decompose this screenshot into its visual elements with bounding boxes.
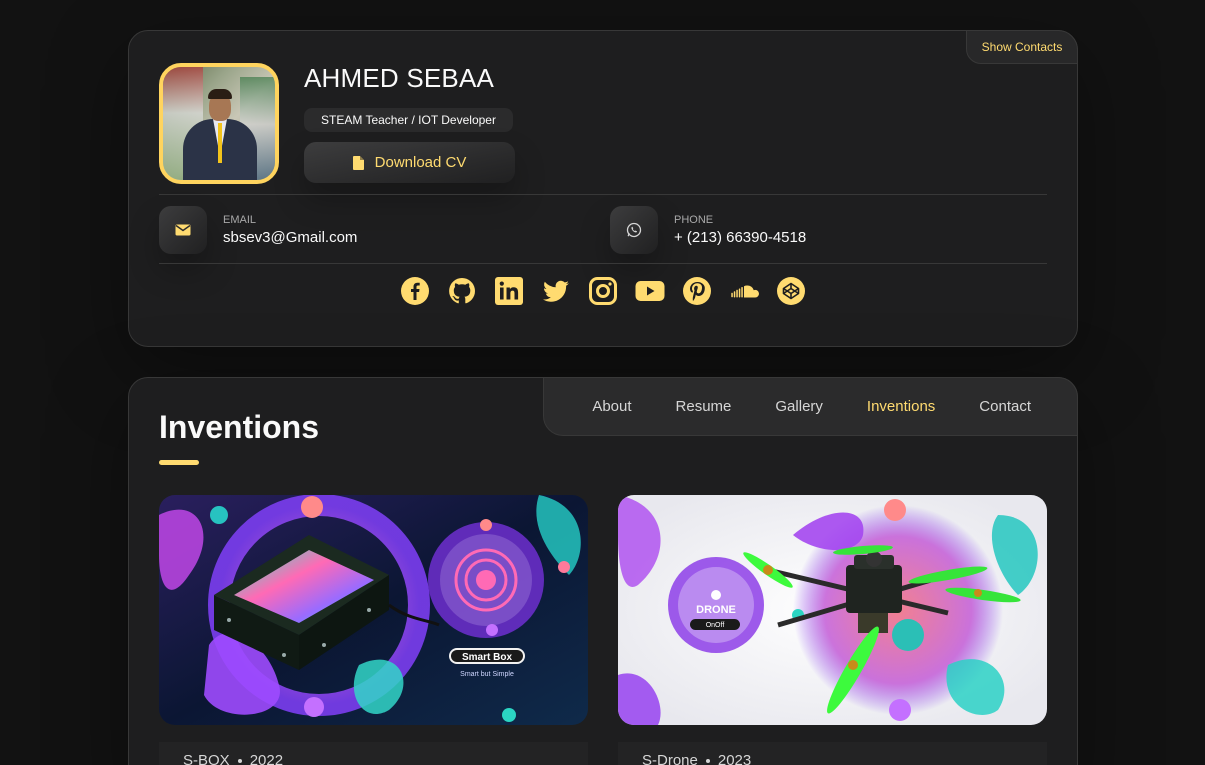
project-card-sdrone[interactable]: DRONE OnOff S-Drone 2023 [618, 495, 1047, 765]
project-name: S-BOX [183, 752, 230, 765]
project-year: 2023 [717, 752, 752, 765]
email-label: EMAIL [223, 214, 257, 226]
project-image-sbox[interactable]: Smart Box Smart but Simple [159, 495, 588, 725]
codepen-icon[interactable] [776, 276, 806, 306]
contact-phone: PHONE + (213) 66390-4518 [610, 206, 806, 254]
avatar [159, 63, 279, 184]
contact-email: EMAIL sbsev3@Gmail.com [159, 206, 357, 254]
separator [159, 194, 1047, 195]
nav-about[interactable]: About [592, 398, 631, 415]
profile-card: Show Contacts AHMED SEBAA STEAM Teacher … [128, 30, 1078, 347]
download-cv-button[interactable]: Download CV [304, 142, 515, 183]
download-cv-label: Download CV [374, 154, 467, 171]
title-underline [159, 460, 199, 465]
project-year: 2022 [249, 752, 284, 765]
navbar: About Resume Gallery Inventions Contact [543, 377, 1078, 436]
project-caption-sbox: S-BOX 2022 [183, 752, 283, 765]
main-content-card: About Resume Gallery Inventions Contact … [128, 377, 1078, 765]
phone-label: PHONE [674, 214, 714, 226]
project-image-sdrone[interactable]: DRONE OnOff [618, 495, 1047, 725]
sbox-tagline: Smart but Simple [460, 671, 514, 678]
nav-gallery[interactable]: Gallery [775, 398, 823, 415]
whatsapp-icon [626, 222, 642, 238]
sbox-badge-text: Smart Box [462, 652, 512, 663]
pinterest-icon[interactable] [682, 276, 712, 306]
phone-value[interactable]: + (213) 66390-4518 [674, 229, 806, 246]
show-contacts-button[interactable]: Show Contacts [966, 30, 1078, 64]
project-card-sbox[interactable]: Smart Box Smart but Simple S-BOX 2022 [159, 495, 588, 765]
nav-contact[interactable]: Contact [979, 398, 1031, 415]
separator [159, 263, 1047, 264]
soundcloud-icon[interactable] [729, 276, 759, 306]
page-title: Inventions [159, 409, 320, 445]
twitter-icon[interactable] [541, 276, 571, 306]
social-links [129, 276, 1077, 306]
facebook-icon[interactable] [400, 276, 430, 306]
nav-resume[interactable]: Resume [676, 398, 732, 415]
profile-title-badge: STEAM Teacher / IOT Developer [304, 108, 513, 132]
github-icon[interactable] [447, 276, 477, 306]
email-value[interactable]: sbsev3@Gmail.com [223, 229, 357, 246]
linkedin-icon[interactable] [494, 276, 524, 306]
instagram-icon[interactable] [588, 276, 618, 306]
file-icon [352, 155, 364, 170]
mail-icon [175, 224, 191, 236]
youtube-icon[interactable] [635, 276, 665, 306]
separator-dot [705, 758, 710, 763]
drone-badge-text: DRONE [696, 604, 736, 616]
separator-dot [237, 758, 242, 763]
project-name: S-Drone [642, 752, 698, 765]
nav-inventions[interactable]: Inventions [867, 398, 935, 415]
project-caption-sdrone: S-Drone 2023 [642, 752, 751, 765]
drone-tagline: OnOff [706, 622, 725, 629]
profile-name: AHMED SEBAA [304, 63, 495, 93]
